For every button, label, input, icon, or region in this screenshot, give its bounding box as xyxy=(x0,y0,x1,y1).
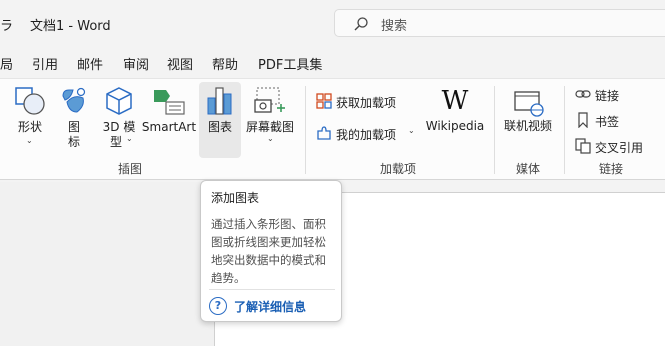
online-video-icon xyxy=(514,91,544,117)
wikipedia-button[interactable]: W Wikipedia xyxy=(424,86,486,146)
document-title: 文档1 - Word xyxy=(30,19,111,34)
help-icon[interactable]: ? xyxy=(209,297,227,315)
shapes-icon xyxy=(15,87,45,115)
tab-help[interactable]: 帮助 xyxy=(212,54,238,73)
my-addins-button[interactable]: 我的加载项 ⌄ xyxy=(314,122,420,144)
link-icon xyxy=(575,90,591,98)
group-label-media: 媒体 xyxy=(516,162,541,176)
search-input[interactable]: 搜索 xyxy=(334,9,665,37)
group-label-illustrations: 插图 xyxy=(118,162,143,176)
shapes-button[interactable]: 形状 ⌄ xyxy=(10,84,50,150)
tab-view[interactable]: 视图 xyxy=(167,54,193,73)
icons-icon xyxy=(62,87,86,113)
smartart-label: SmartArt xyxy=(141,120,197,134)
chevron-down-icon: ⌄ xyxy=(408,126,415,135)
my-addins-label: 我的加载项 xyxy=(336,128,397,142)
puzzle-icon xyxy=(317,126,331,140)
cube-icon xyxy=(106,87,132,115)
shapes-label: 形状 xyxy=(17,120,42,134)
tab-layout[interactable]: 局 xyxy=(0,54,13,73)
link-button[interactable]: 链接 xyxy=(573,84,663,104)
smartart-icon xyxy=(154,90,185,115)
chevron-down-icon: ⌄ xyxy=(26,136,33,145)
group-separator xyxy=(564,86,565,174)
document-margin-area xyxy=(0,182,214,346)
tab-review[interactable]: 审阅 xyxy=(123,54,149,73)
group-separator xyxy=(305,86,306,174)
chevron-down-icon: ⌄ xyxy=(267,134,274,143)
icons-label-line1: 图 xyxy=(67,120,80,134)
tooltip-description: 通过插入条形图、面积图或折线图来更加轻松地突出数据中的模式和趋势。 xyxy=(211,217,326,285)
cross-reference-icon xyxy=(575,138,591,154)
group-label-addins: 加载项 xyxy=(380,162,417,176)
bookmark-icon xyxy=(578,112,588,128)
bookmark-label: 书签 xyxy=(595,115,620,129)
tab-pdf-tools[interactable]: PDF工具集 xyxy=(258,54,322,73)
bookmark-button[interactable]: 书签 xyxy=(573,110,663,130)
wikipedia-icon: W xyxy=(441,86,469,116)
screenshot-label: 屏幕截图 xyxy=(245,120,294,134)
online-video-label: 联机视频 xyxy=(503,119,552,133)
icons-label-line2: 标 xyxy=(67,135,80,149)
tab-mailings[interactable]: 邮件 xyxy=(77,54,103,73)
tooltip-title: 添加图表 xyxy=(211,191,260,205)
chart-button[interactable]: 图表 xyxy=(199,84,241,144)
tooltip-divider xyxy=(209,289,335,290)
wikipedia-label: Wikipedia xyxy=(425,119,485,133)
smartart-button[interactable]: SmartArt xyxy=(140,84,198,144)
chevron-down-icon: ⌄ xyxy=(126,134,133,143)
get-addins-label: 获取加载项 xyxy=(336,96,397,110)
cross-reference-button[interactable]: 交叉引用 xyxy=(573,136,665,156)
3d-models-label-line1: 3D 模 xyxy=(102,120,136,134)
icons-button[interactable]: 图 标 xyxy=(58,84,90,152)
online-video-button[interactable]: 联机视频 xyxy=(500,86,556,146)
3d-models-button[interactable]: 3D 模 型 ⌄ xyxy=(99,84,139,152)
screenshot-icon xyxy=(254,87,285,113)
search-placeholder: 搜索 xyxy=(381,19,408,34)
search-icon xyxy=(354,17,368,31)
link-label: 链接 xyxy=(595,89,620,103)
screenshot-button[interactable]: 屏幕截图 ⌄ xyxy=(243,84,297,150)
group-separator xyxy=(494,86,495,174)
cross-reference-label: 交叉引用 xyxy=(595,141,644,155)
chart-label: 图表 xyxy=(207,120,232,134)
qat-overflow-glyph[interactable]: ラ xyxy=(0,15,13,34)
learn-more-link[interactable]: 了解详细信息 xyxy=(234,298,306,315)
get-addins-button[interactable]: 获取加载项 xyxy=(314,90,424,112)
chart-tooltip: 添加图表 通过插入条形图、面积图或折线图来更加轻松地突出数据中的模式和趋势。 ?… xyxy=(200,180,342,322)
grid-addins-icon xyxy=(316,93,332,109)
tab-references[interactable]: 引用 xyxy=(32,54,58,73)
bar-chart-icon xyxy=(207,87,232,115)
group-label-links: 链接 xyxy=(599,162,624,176)
